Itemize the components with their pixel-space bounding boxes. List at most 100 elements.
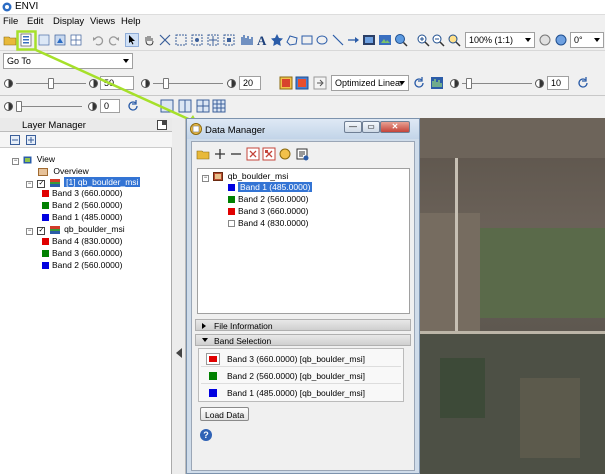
layer-checkbox[interactable]: ✓	[37, 180, 46, 188]
layout-single-icon[interactable]	[160, 99, 174, 113]
menu-help[interactable]: Help	[121, 16, 141, 27]
line-icon[interactable]	[331, 33, 345, 47]
layer1-band-item[interactable]: Band 1 (485.0000)	[42, 212, 122, 222]
load-new-icon[interactable]	[295, 147, 309, 161]
globe-zoom-icon[interactable]	[394, 33, 408, 47]
stretch-type-icon[interactable]	[279, 76, 293, 90]
picture-icon[interactable]	[362, 33, 376, 47]
band-item[interactable]: Band 2 (560.0000)	[228, 194, 308, 204]
crosshair-box-icon[interactable]	[206, 33, 220, 47]
pin-icon[interactable]	[278, 147, 292, 161]
layout-1x2-icon[interactable]	[178, 99, 192, 113]
redo-icon[interactable]	[107, 33, 121, 47]
rotate-reset-icon[interactable]	[538, 33, 552, 47]
stretch-arrow-icon[interactable]	[313, 76, 327, 90]
transparency-thumb[interactable]	[16, 101, 22, 112]
minimize-button[interactable]: —	[344, 121, 362, 133]
panel-dock-icon[interactable]	[157, 120, 167, 130]
contrast-value[interactable]: 20	[239, 76, 261, 90]
help-icon[interactable]: ?	[200, 429, 212, 441]
menu-views[interactable]: Views	[90, 16, 115, 27]
vertex-icon[interactable]	[222, 33, 236, 47]
open-folder-icon[interactable]	[3, 33, 17, 47]
tree-view-node[interactable]: − View	[12, 154, 55, 165]
layer2-band-item[interactable]: Band 4 (830.0000)	[42, 236, 122, 246]
close-all-icon[interactable]	[262, 147, 276, 161]
band-item[interactable]: Band 1 (485.0000)	[228, 182, 313, 192]
collapse-all-icon[interactable]	[10, 135, 20, 145]
histogram-icon[interactable]	[240, 33, 254, 47]
layer2-band-item[interactable]: Band 3 (660.0000)	[42, 248, 122, 258]
brightness-value[interactable]: 50	[100, 76, 134, 90]
stretch-reset-icon[interactable]	[295, 76, 309, 90]
symbol-icon[interactable]	[270, 33, 284, 47]
open-file-icon[interactable]	[196, 147, 210, 161]
layout-2x2-icon[interactable]	[196, 99, 210, 113]
file-information-section[interactable]: File Information	[195, 319, 411, 331]
collapse-toggle-icon[interactable]: −	[26, 181, 33, 188]
histogram-stretch-icon[interactable]	[430, 76, 444, 90]
menu-display[interactable]: Display	[53, 16, 84, 27]
collapse-toggle-icon[interactable]: −	[12, 158, 19, 165]
panel-splitter[interactable]	[172, 118, 186, 474]
layer1-band-item[interactable]: Band 2 (560.0000)	[42, 200, 122, 210]
layout-3x3-icon[interactable]	[212, 99, 226, 113]
zoom-out-icon[interactable]	[431, 33, 445, 47]
band-item[interactable]: Band 3 (660.0000)	[228, 206, 308, 216]
fit-zoom-icon[interactable]	[447, 33, 461, 47]
arrow-icon[interactable]	[346, 33, 360, 47]
brightness-slider[interactable]	[16, 78, 86, 89]
fly-icon[interactable]	[158, 33, 172, 47]
ellipse-icon[interactable]	[315, 33, 329, 47]
goto-input[interactable]: Go To	[3, 53, 133, 69]
rectangle-icon[interactable]	[300, 33, 314, 47]
band-selection-green[interactable]: Band 2 (560.0000) [qb_boulder_msi]	[201, 368, 401, 384]
sharpen-thumb[interactable]	[466, 78, 472, 89]
layer1-band-item[interactable]: Band 3 (660.0000)	[42, 188, 122, 198]
expand-all-icon[interactable]	[26, 135, 36, 145]
rotation-dropdown[interactable]: 0°	[570, 32, 604, 48]
band-selection-section[interactable]: Band Selection	[195, 334, 411, 346]
data-manager-icon[interactable]	[19, 33, 33, 47]
contrast-slider[interactable]	[153, 78, 223, 89]
band-item[interactable]: Band 4 (830.0000)	[228, 218, 308, 228]
transparency-value[interactable]: 0	[100, 99, 120, 113]
image-view[interactable]	[420, 118, 605, 474]
brightness-thumb[interactable]	[48, 78, 54, 89]
file-tree[interactable]: − qb_boulder_msi Band 1 (485.0000) Band …	[197, 168, 410, 314]
zoom-box-icon[interactable]	[174, 33, 188, 47]
maximize-button[interactable]: ▭	[362, 121, 380, 133]
tree-file-node[interactable]: − qb_boulder_msi	[202, 171, 288, 182]
sharpen-slider[interactable]	[462, 78, 532, 89]
collapse-minus-icon[interactable]	[229, 147, 243, 161]
collapse-toggle-icon[interactable]: −	[26, 228, 33, 235]
close-button[interactable]: ✕	[380, 121, 410, 133]
close-file-icon[interactable]	[246, 147, 260, 161]
refresh-icon[interactable]	[126, 99, 140, 113]
pan-hand-icon[interactable]	[142, 33, 156, 47]
transparency-slider[interactable]	[16, 101, 82, 112]
menu-file[interactable]: File	[3, 16, 18, 27]
select-arrow-icon[interactable]	[125, 33, 139, 47]
layer-checkbox[interactable]: ✓	[37, 227, 46, 235]
band-selection-blue[interactable]: Band 1 (485.0000) [qb_boulder_msi]	[201, 385, 401, 401]
refresh-icon[interactable]	[576, 76, 590, 90]
new-view-icon[interactable]	[53, 33, 67, 47]
zoom-in-icon[interactable]	[416, 33, 430, 47]
rotate-icon[interactable]	[554, 33, 568, 47]
expand-plus-icon[interactable]	[213, 147, 227, 161]
tree-overview-node[interactable]: Overview	[38, 166, 89, 176]
tree-layer2-node[interactable]: − ✓ qb_boulder_msi	[26, 224, 125, 235]
sharpen-value[interactable]: 10	[547, 76, 569, 90]
zoom-dropdown[interactable]: 100% (1:1)	[465, 32, 535, 48]
map-icon[interactable]	[378, 33, 392, 47]
refresh-icon[interactable]	[412, 76, 426, 90]
stretch-dropdown[interactable]: Optimized Linear	[331, 75, 409, 91]
polygon-icon[interactable]	[285, 33, 299, 47]
rotate-box-icon[interactable]	[190, 33, 204, 47]
text-annotation-icon[interactable]: A	[255, 33, 269, 47]
layer-icon[interactable]	[37, 33, 51, 47]
band-selection-red[interactable]: Band 3 (660.0000) [qb_boulder_msi]	[201, 351, 401, 367]
collapse-toggle-icon[interactable]: −	[202, 175, 209, 182]
layer2-band-item[interactable]: Band 2 (560.0000)	[42, 260, 122, 270]
